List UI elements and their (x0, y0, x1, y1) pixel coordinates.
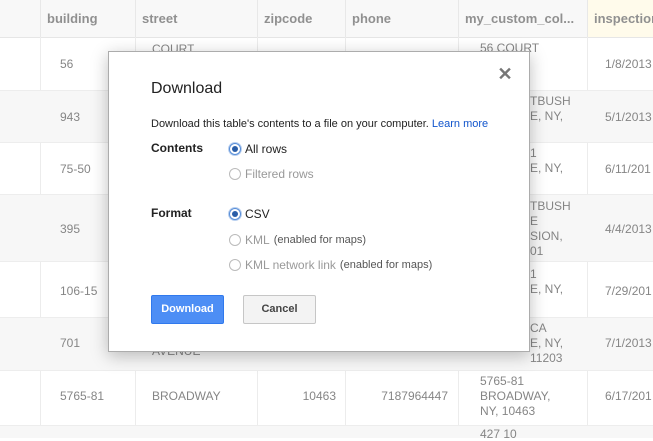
radio-label: KML (245, 233, 270, 247)
radio-kml[interactable]: KML (enabled for maps) (229, 232, 366, 248)
format-label: Format (151, 206, 192, 220)
radio-kml-network-link[interactable]: KML network link (enabled for maps) (229, 257, 432, 273)
radio-unselected-icon[interactable] (229, 234, 241, 246)
radio-unselected-icon[interactable] (229, 259, 241, 271)
radio-label: CSV (245, 207, 270, 221)
radio-selected-icon[interactable] (229, 208, 241, 220)
close-icon[interactable]: ✕ (497, 65, 513, 83)
radio-all-rows[interactable]: All rows (229, 141, 287, 157)
option-note: (enabled for maps) (339, 259, 433, 271)
dialog-title: Download (151, 80, 223, 97)
cancel-button[interactable]: Cancel (243, 295, 316, 324)
contents-label: Contents (151, 141, 203, 155)
dialog-description: Download this table's contents to a file… (151, 118, 488, 130)
radio-label: All rows (245, 142, 288, 156)
learn-more-link[interactable]: Learn more (432, 118, 488, 130)
download-button[interactable]: Download (151, 295, 224, 324)
description-text: Download this table's contents to a file… (151, 118, 429, 130)
radio-label: KML network link (245, 258, 336, 272)
download-dialog: Download ✕ Download this table's content… (108, 51, 530, 352)
radio-label: Filtered rows (245, 167, 314, 181)
radio-csv[interactable]: CSV (229, 206, 270, 222)
option-note: (enabled for maps) (273, 234, 367, 246)
radio-unselected-icon[interactable] (229, 168, 241, 180)
radio-selected-icon[interactable] (229, 143, 241, 155)
radio-filtered-rows[interactable]: Filtered rows (229, 166, 314, 182)
